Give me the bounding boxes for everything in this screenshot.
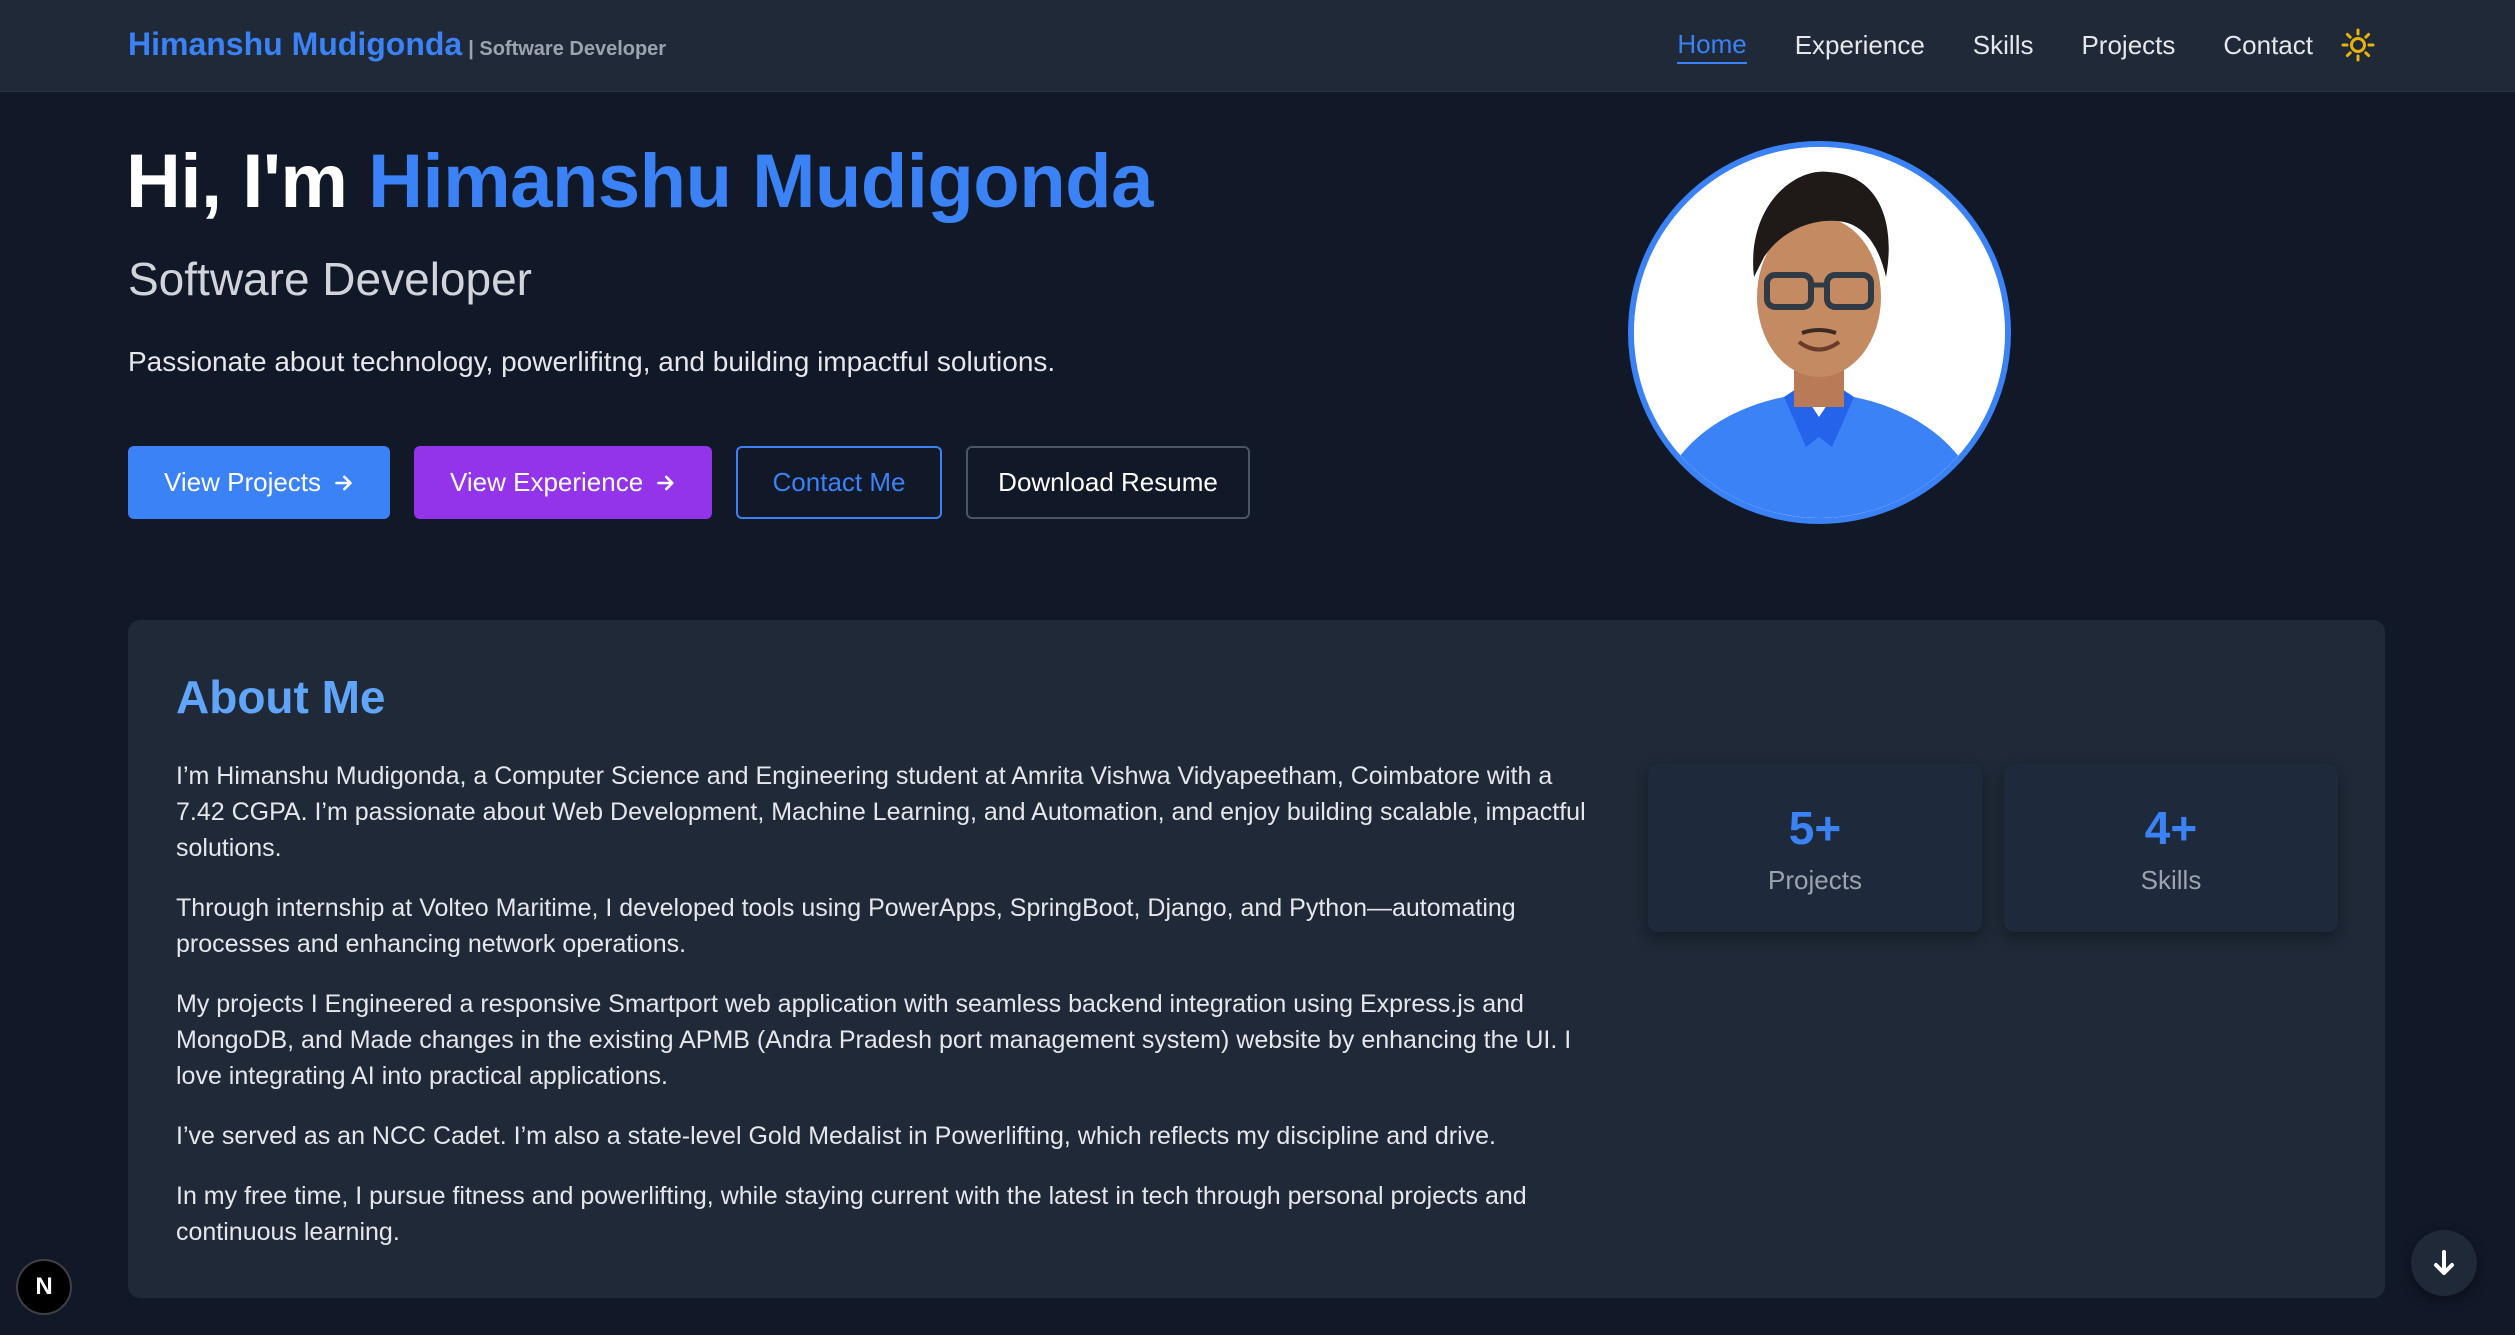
nav-experience[interactable]: Experience (1795, 27, 1925, 63)
download-resume-button[interactable]: Download Resume (966, 446, 1250, 519)
hero-title: Hi, I'm Himanshu Mudigonda (126, 138, 1153, 225)
scroll-down-button[interactable] (2411, 1230, 2477, 1296)
contact-me-label: Contact Me (772, 467, 906, 497)
site-header: Himanshu Mudigonda | Software Developer … (0, 0, 2515, 92)
nav-projects[interactable]: Projects (2081, 27, 2175, 63)
nav-skills[interactable]: Skills (1973, 27, 2034, 63)
hero-role: Software Developer (128, 253, 532, 305)
theme-toggle-button[interactable] (2340, 27, 2376, 63)
stat-value: 5+ (1788, 801, 1842, 854)
stat-value: 4+ (2144, 801, 2198, 854)
arrow-right-icon (657, 475, 674, 490)
about-text: I’m Himanshu Mudigonda, a Computer Scien… (176, 758, 1606, 1274)
nextjs-dev-badge[interactable]: N (16, 1259, 72, 1315)
stat-label: Skills (2140, 864, 2202, 895)
view-experience-label: View Experience (450, 467, 644, 497)
about-paragraph: In my free time, I pursue fitness and po… (176, 1182, 1527, 1246)
stat-label: Projects (1768, 864, 1862, 895)
profile-photo (1628, 141, 2011, 524)
nav-contact[interactable]: Contact (2223, 27, 2313, 63)
stat-card-projects: 5+ Projects (1648, 764, 1982, 932)
download-resume-label: Download Resume (998, 467, 1218, 497)
about-paragraph: Through internship at Volteo Maritime, I… (176, 894, 1516, 958)
main-nav: Home Experience Skills Projects Contact (1677, 26, 2313, 64)
about-paragraph: I’ve served as an NCC Cadet. I’m also a … (176, 1122, 1496, 1150)
arrow-down-icon (2434, 1250, 2454, 1275)
hero-greeting: Hi, I'm (126, 139, 369, 224)
brand[interactable]: Himanshu Mudigonda | Software Developer (128, 26, 666, 63)
arrow-right-icon (335, 475, 352, 490)
about-title: About Me (176, 671, 386, 723)
stat-card-skills: 4+ Skills (2004, 764, 2338, 932)
view-projects-button[interactable]: View Projects (128, 446, 390, 519)
hero-tagline: Passionate about technology, powerlifitn… (128, 346, 1056, 377)
view-projects-label: View Projects (164, 467, 322, 497)
nextjs-logo-icon: N (35, 1273, 53, 1300)
brand-name: Himanshu Mudigonda (128, 26, 463, 62)
brand-subtitle: | Software Developer (468, 38, 667, 60)
about-paragraph: I’m Himanshu Mudigonda, a Computer Scien… (176, 762, 1586, 862)
contact-me-button[interactable]: Contact Me (736, 446, 942, 519)
nav-home[interactable]: Home (1677, 26, 1747, 64)
view-experience-button[interactable]: View Experience (414, 446, 712, 519)
sun-icon (2341, 28, 2375, 62)
hero-actions: View Projects View Experience Contact Me… (128, 446, 1250, 519)
about-section: About Me I’m Himanshu Mudigonda, a Compu… (128, 620, 2385, 1298)
avatar-illustration (1634, 147, 2005, 518)
about-paragraph: My projects I Engineered a responsive Sm… (176, 990, 1572, 1090)
hero-name: Himanshu Mudigonda (368, 139, 1153, 224)
